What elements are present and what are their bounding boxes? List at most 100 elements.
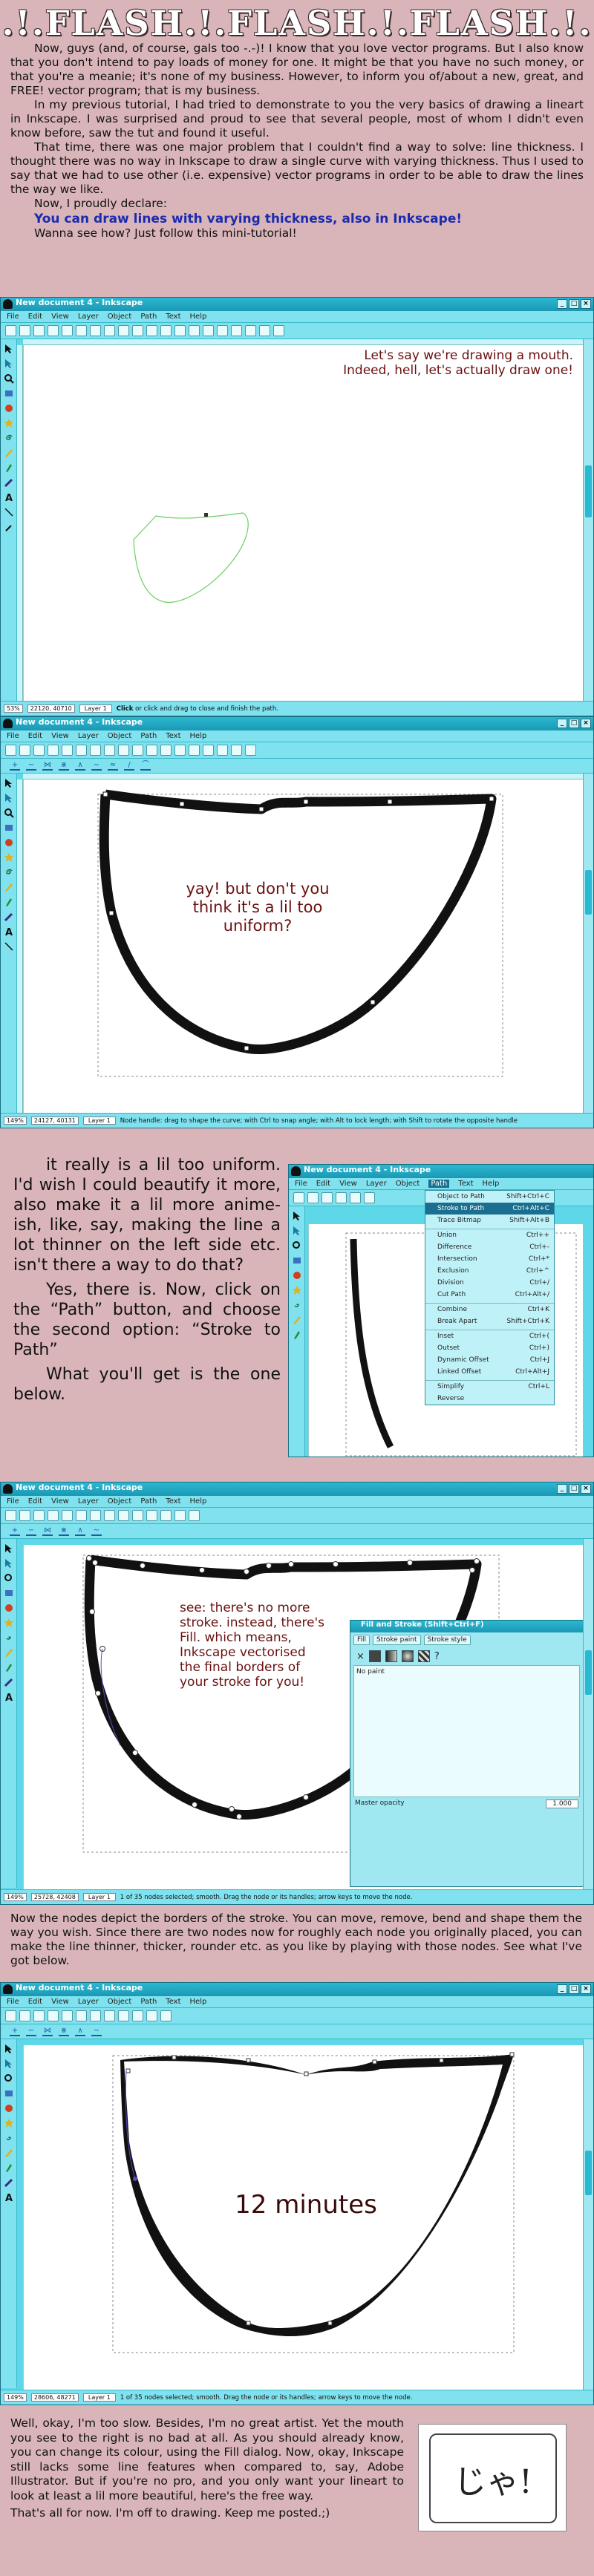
print-icon[interactable] [336,1192,347,1203]
fill-stroke-icon[interactable] [217,325,228,336]
menu-edit[interactable]: Edit [316,1180,330,1188]
xml-icon[interactable] [259,325,270,336]
zoom-tool-icon[interactable] [4,1573,14,1583]
menu-item[interactable]: Exclusion Ctrl+^ [425,1265,554,1277]
duplicate-icon[interactable] [174,1510,186,1521]
star-icon[interactable] [4,852,14,863]
opacity-field[interactable]: 1.000 [546,1799,578,1808]
menu-object[interactable]: Object [108,313,132,321]
cusp-node-icon[interactable]: ∧ [75,2027,85,2036]
menu-text[interactable]: Text [166,1998,180,2006]
dropper-icon[interactable] [4,522,14,532]
text-tool-icon[interactable]: A [4,2192,14,2203]
export-icon[interactable] [76,325,87,336]
connector-icon[interactable] [4,941,14,952]
join-nodes-icon[interactable]: ⋈ [42,2027,53,2036]
calligraphy-icon[interactable] [4,477,14,488]
new-icon[interactable] [5,325,16,336]
node-icon[interactable] [4,359,14,369]
zoom-field[interactable]: 53% [4,705,23,713]
open-icon[interactable] [19,2010,30,2021]
insert-node-icon[interactable]: + [10,761,20,771]
zoom-fit-icon[interactable] [160,2010,172,2021]
calligraphy-icon[interactable] [4,1677,14,1687]
menu-help[interactable]: Help [190,313,207,321]
menu-item[interactable]: Inset Ctrl+( [425,1330,554,1342]
menu-layer[interactable]: Layer [78,732,99,740]
vertical-scrollbar[interactable] [583,774,593,1114]
selector-icon[interactable] [4,1543,14,1554]
break-node-icon[interactable]: ⋇ [59,2027,69,2036]
text-icon[interactable] [231,325,242,336]
group-icon[interactable] [189,1510,200,1521]
menu-item[interactable]: Intersection Ctrl+* [425,1253,554,1265]
ungroup-icon[interactable] [203,325,214,336]
menu-item[interactable]: Break Apart Shift+Ctrl+K [425,1315,554,1327]
menu-file[interactable]: File [7,313,19,321]
menu-item[interactable]: Simplify Ctrl+L [425,1381,554,1393]
open-icon[interactable] [307,1192,319,1203]
node-icon[interactable] [4,793,14,803]
menu-view[interactable]: View [51,732,69,740]
redo-icon[interactable] [104,745,115,756]
zoom-fit-icon[interactable] [160,1510,172,1521]
layer-select[interactable]: Layer 1 [82,2393,116,2402]
menu-path[interactable]: Path [140,732,157,740]
zoom-icon[interactable] [146,1510,157,1521]
save-icon[interactable] [322,1192,333,1203]
ellipse-icon[interactable] [4,403,14,413]
pen-icon[interactable] [4,1662,14,1673]
menu-item[interactable]: Reverse [425,1393,554,1405]
unset-paint-icon[interactable]: ? [434,1651,440,1662]
group-icon[interactable] [189,325,200,336]
menu-file[interactable]: File [7,732,19,740]
pencil-icon[interactable] [292,1315,302,1325]
rect-icon[interactable] [4,388,14,399]
redo-icon[interactable] [104,2010,115,2021]
paste-icon[interactable] [132,2010,143,2021]
undo-icon[interactable] [90,745,101,756]
tab-stroke-paint[interactable]: Stroke paint [373,1635,421,1645]
import-icon[interactable] [62,745,73,756]
import-icon[interactable] [62,2010,73,2021]
spiral-icon[interactable] [4,867,14,877]
vertical-scrollbar[interactable] [583,1539,593,1891]
linear-gradient-icon[interactable] [385,1650,397,1662]
spiral-icon[interactable] [292,1300,302,1310]
menu-help[interactable]: Help [483,1180,500,1188]
ellipse-icon[interactable] [4,837,14,848]
menu-object[interactable]: Object [108,732,132,740]
menu-item[interactable]: Outset Ctrl+) [425,1342,554,1354]
save-icon[interactable] [33,2010,45,2021]
menu-path[interactable]: Path [140,1497,157,1506]
menu-help[interactable]: Help [190,732,207,740]
selector-icon[interactable] [4,778,14,788]
new-icon[interactable] [5,1510,16,1521]
tab-stroke-style[interactable]: Stroke style [423,1635,471,1645]
undo-icon[interactable] [364,1192,375,1203]
flat-color-icon[interactable] [368,1650,381,1662]
star-icon[interactable] [292,1285,302,1295]
menu-object[interactable]: Object [396,1180,420,1188]
menu-text[interactable]: Text [166,732,180,740]
zoom-icon[interactable] [146,745,157,756]
star-icon[interactable] [4,418,14,428]
connector-icon[interactable] [4,507,14,517]
smooth-node-icon[interactable]: ∼ [91,761,102,771]
open-icon[interactable] [19,1510,30,1521]
zoom-icon[interactable] [146,325,157,336]
rect-icon[interactable] [4,823,14,833]
menu-text[interactable]: Text [166,313,180,321]
fill-stroke-icon[interactable] [217,745,228,756]
cusp-node-icon[interactable]: ∧ [75,761,85,771]
copy-icon[interactable] [118,325,129,336]
smooth-node-icon[interactable]: ∼ [91,1526,102,1536]
join-nodes-icon[interactable]: ⋈ [42,761,53,771]
open-icon[interactable] [19,745,30,756]
rect-icon[interactable] [292,1255,302,1266]
break-node-icon[interactable]: ⋇ [59,1526,69,1536]
zoom-field[interactable]: 149% [4,1117,27,1125]
menu-item[interactable]: Combine Ctrl+K [425,1304,554,1315]
layer-select[interactable]: Layer 1 [82,1893,116,1901]
menu-path[interactable]: Path [140,1998,157,2006]
